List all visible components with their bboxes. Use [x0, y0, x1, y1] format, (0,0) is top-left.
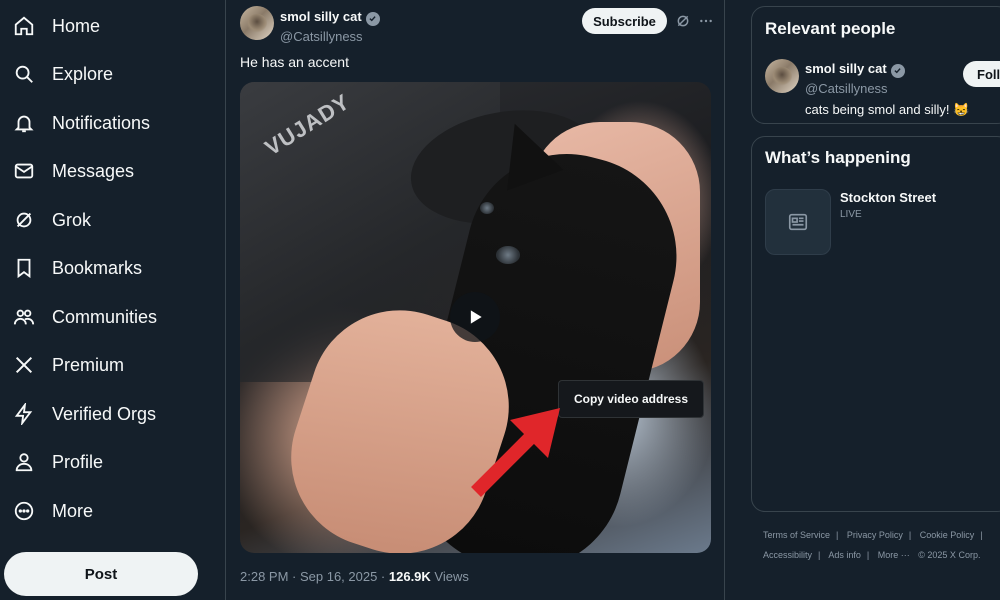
sidebar-item-label: Communities: [52, 306, 158, 327]
sidebar-item-notifications[interactable]: Notifications: [12, 101, 150, 145]
communities-icon: [12, 305, 36, 329]
video-player[interactable]: VUJADY Copy video address: [240, 82, 711, 553]
sidebar-item-grok[interactable]: Grok: [12, 198, 91, 242]
tweet-meta: 2:28 PM · Sep 16, 2025 · 126.9K Views: [240, 569, 469, 584]
footer-link-ads-info[interactable]: Ads info: [828, 550, 861, 560]
footer-link-terms[interactable]: Terms of Service: [763, 530, 830, 540]
grok-icon: [12, 208, 36, 232]
sidebar-nav: Home Explore Notifications Messages Grok…: [0, 0, 226, 600]
sidebar-item-verified-orgs[interactable]: Verified Orgs: [12, 392, 156, 436]
relevant-people-title: Relevant people: [765, 19, 896, 38]
person-icon: [12, 450, 36, 474]
sidebar-item-label: Bookmarks: [52, 257, 143, 278]
lightning-icon: [12, 402, 36, 426]
relevant-person-info: smol silly cat @Catsillyness cats being …: [805, 60, 969, 118]
sidebar-item-communities[interactable]: Communities: [12, 295, 157, 339]
footer-link-privacy[interactable]: Privacy Policy: [847, 530, 903, 540]
sidebar-item-label: More: [52, 500, 94, 521]
verified-badge-icon: [365, 11, 380, 26]
sidebar-item-bookmarks[interactable]: Bookmarks: [12, 246, 142, 290]
copyright-text: © 2025 X Corp.: [918, 550, 981, 560]
sidebar-item-label: Profile: [52, 451, 104, 472]
home-icon: [12, 14, 36, 38]
views-label: Views: [430, 569, 469, 584]
trend-status: LIVE: [840, 209, 862, 220]
footer-link-cookie[interactable]: Cookie Policy: [920, 530, 975, 540]
sidebar-item-label: Notifications: [52, 112, 151, 133]
view-count: 126.9K: [388, 569, 431, 584]
footer-links-row-1: Terms of Service | Privacy Policy | Cookie…: [763, 530, 983, 540]
verified-badge-icon: [890, 63, 905, 78]
relevant-name[interactable]: smol silly cat: [805, 61, 887, 76]
whats-happening-card: What’s happening Stockton Street LIVE: [751, 136, 1000, 512]
whats-happening-title: What’s happening: [765, 148, 911, 167]
more-circle-icon: [12, 499, 36, 523]
subscribe-button[interactable]: Subscribe: [582, 8, 667, 34]
video-frame-cat-eye: [480, 202, 494, 214]
sidebar-item-explore[interactable]: Explore: [12, 52, 113, 96]
mail-icon: [12, 159, 36, 183]
more-options-icon[interactable]: [698, 13, 714, 34]
follow-button[interactable]: Follo: [963, 61, 1000, 87]
relevant-people-card: Relevant people smol silly cat @Catsilly…: [751, 6, 1000, 124]
play-button[interactable]: [450, 292, 500, 342]
sidebar-item-more[interactable]: More: [12, 489, 93, 533]
sidebar-item-label: Grok: [52, 209, 92, 230]
x-logo-icon: [12, 353, 36, 377]
trend-title: Stockton Street: [840, 190, 937, 205]
tweet-detail: smol silly cat @Catsillyness Subscribe H…: [226, 0, 725, 600]
tweet-text: He has an accent: [240, 54, 349, 70]
sidebar-item-label: Verified Orgs: [52, 403, 157, 424]
sidebar-item-home[interactable]: Home: [12, 4, 100, 48]
sidebar-item-premium[interactable]: Premium: [12, 343, 124, 387]
tweet-timestamp[interactable]: 2:28 PM · Sep 16, 2025 ·: [240, 569, 389, 584]
post-button[interactable]: Post: [4, 552, 198, 596]
relevant-handle[interactable]: @Catsillyness: [805, 81, 969, 96]
author-avatar[interactable]: [240, 6, 274, 40]
footer-link-more[interactable]: More ···: [878, 550, 910, 560]
copy-video-address-menu-item[interactable]: Copy video address: [558, 380, 704, 418]
annotation-arrow-icon: [471, 408, 560, 497]
relevant-avatar[interactable]: [765, 59, 799, 93]
author-info: smol silly cat @Catsillyness: [280, 8, 380, 44]
bookmark-icon: [12, 256, 36, 280]
trend-thumbnail[interactable]: [765, 189, 831, 255]
video-frame-cat-eye: [496, 246, 520, 264]
author-handle[interactable]: @Catsillyness: [280, 29, 380, 44]
play-icon: [470, 310, 482, 324]
sidebar-item-messages[interactable]: Messages: [12, 149, 134, 193]
bell-icon: [12, 111, 36, 135]
author-name[interactable]: smol silly cat: [280, 9, 362, 24]
footer-link-accessibility[interactable]: Accessibility: [763, 550, 812, 560]
sidebar-item-label: Home: [52, 15, 101, 36]
trend-item[interactable]: Stockton Street LIVE: [840, 190, 936, 220]
sidebar-item-label: Explore: [52, 63, 114, 84]
search-icon: [12, 62, 36, 86]
sidebar-item-label: Premium: [52, 354, 125, 375]
footer-links-row-2: Accessibility | Ads info | More ··· © 2025…: [763, 550, 981, 560]
grok-icon[interactable]: [675, 13, 691, 34]
relevant-bio: cats being smol and silly! 😸: [805, 102, 970, 117]
news-icon: [788, 213, 808, 231]
sidebar-item-label: Messages: [52, 160, 135, 181]
sidebar-item-profile[interactable]: Profile: [12, 440, 103, 484]
